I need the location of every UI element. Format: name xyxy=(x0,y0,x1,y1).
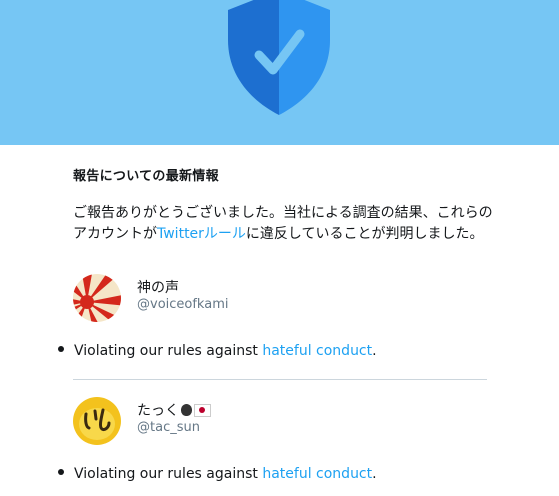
account-name: 神の声 xyxy=(137,280,179,296)
violation-item: Violating our rules against hateful cond… xyxy=(58,343,377,359)
violation-period: . xyxy=(372,466,377,482)
bullet-icon xyxy=(58,346,64,352)
report-body: ご報告ありがとうございました。当社による調査の結果、これらのアカウントがTwit… xyxy=(73,203,493,245)
violation-text: Violating our rules against xyxy=(74,343,263,359)
avatar[interactable] xyxy=(73,274,121,322)
header-banner xyxy=(0,0,559,145)
violation-item: Violating our rules against hateful cond… xyxy=(58,466,377,482)
account-name-text: たっく xyxy=(137,403,179,419)
account-name: たっく xyxy=(137,400,211,420)
account-handle: @tac_sun xyxy=(137,420,200,435)
apple-emoji-icon xyxy=(181,404,192,416)
shield-check-icon xyxy=(228,0,330,115)
report-heading: 報告についての最新情報 xyxy=(73,169,219,184)
hateful-conduct-link[interactable]: hateful conduct xyxy=(262,343,372,359)
bullet-icon xyxy=(58,469,64,475)
hateful-conduct-link[interactable]: hateful conduct xyxy=(262,466,372,482)
reported-account[interactable]: 神の声 @voiceofkami xyxy=(73,274,493,326)
twitter-rules-link[interactable]: Twitterルール xyxy=(157,226,246,242)
account-handle: @voiceofkami xyxy=(137,297,229,312)
violation-text: Violating our rules against xyxy=(74,466,263,482)
japan-flag-emoji-icon xyxy=(194,403,211,417)
divider xyxy=(73,379,487,380)
violation-period: . xyxy=(372,343,377,359)
reported-account[interactable]: たっく @tac_sun xyxy=(73,397,493,449)
avatar[interactable] xyxy=(73,397,121,445)
report-body-text-end: に違反していることが判明しました。 xyxy=(245,226,484,242)
